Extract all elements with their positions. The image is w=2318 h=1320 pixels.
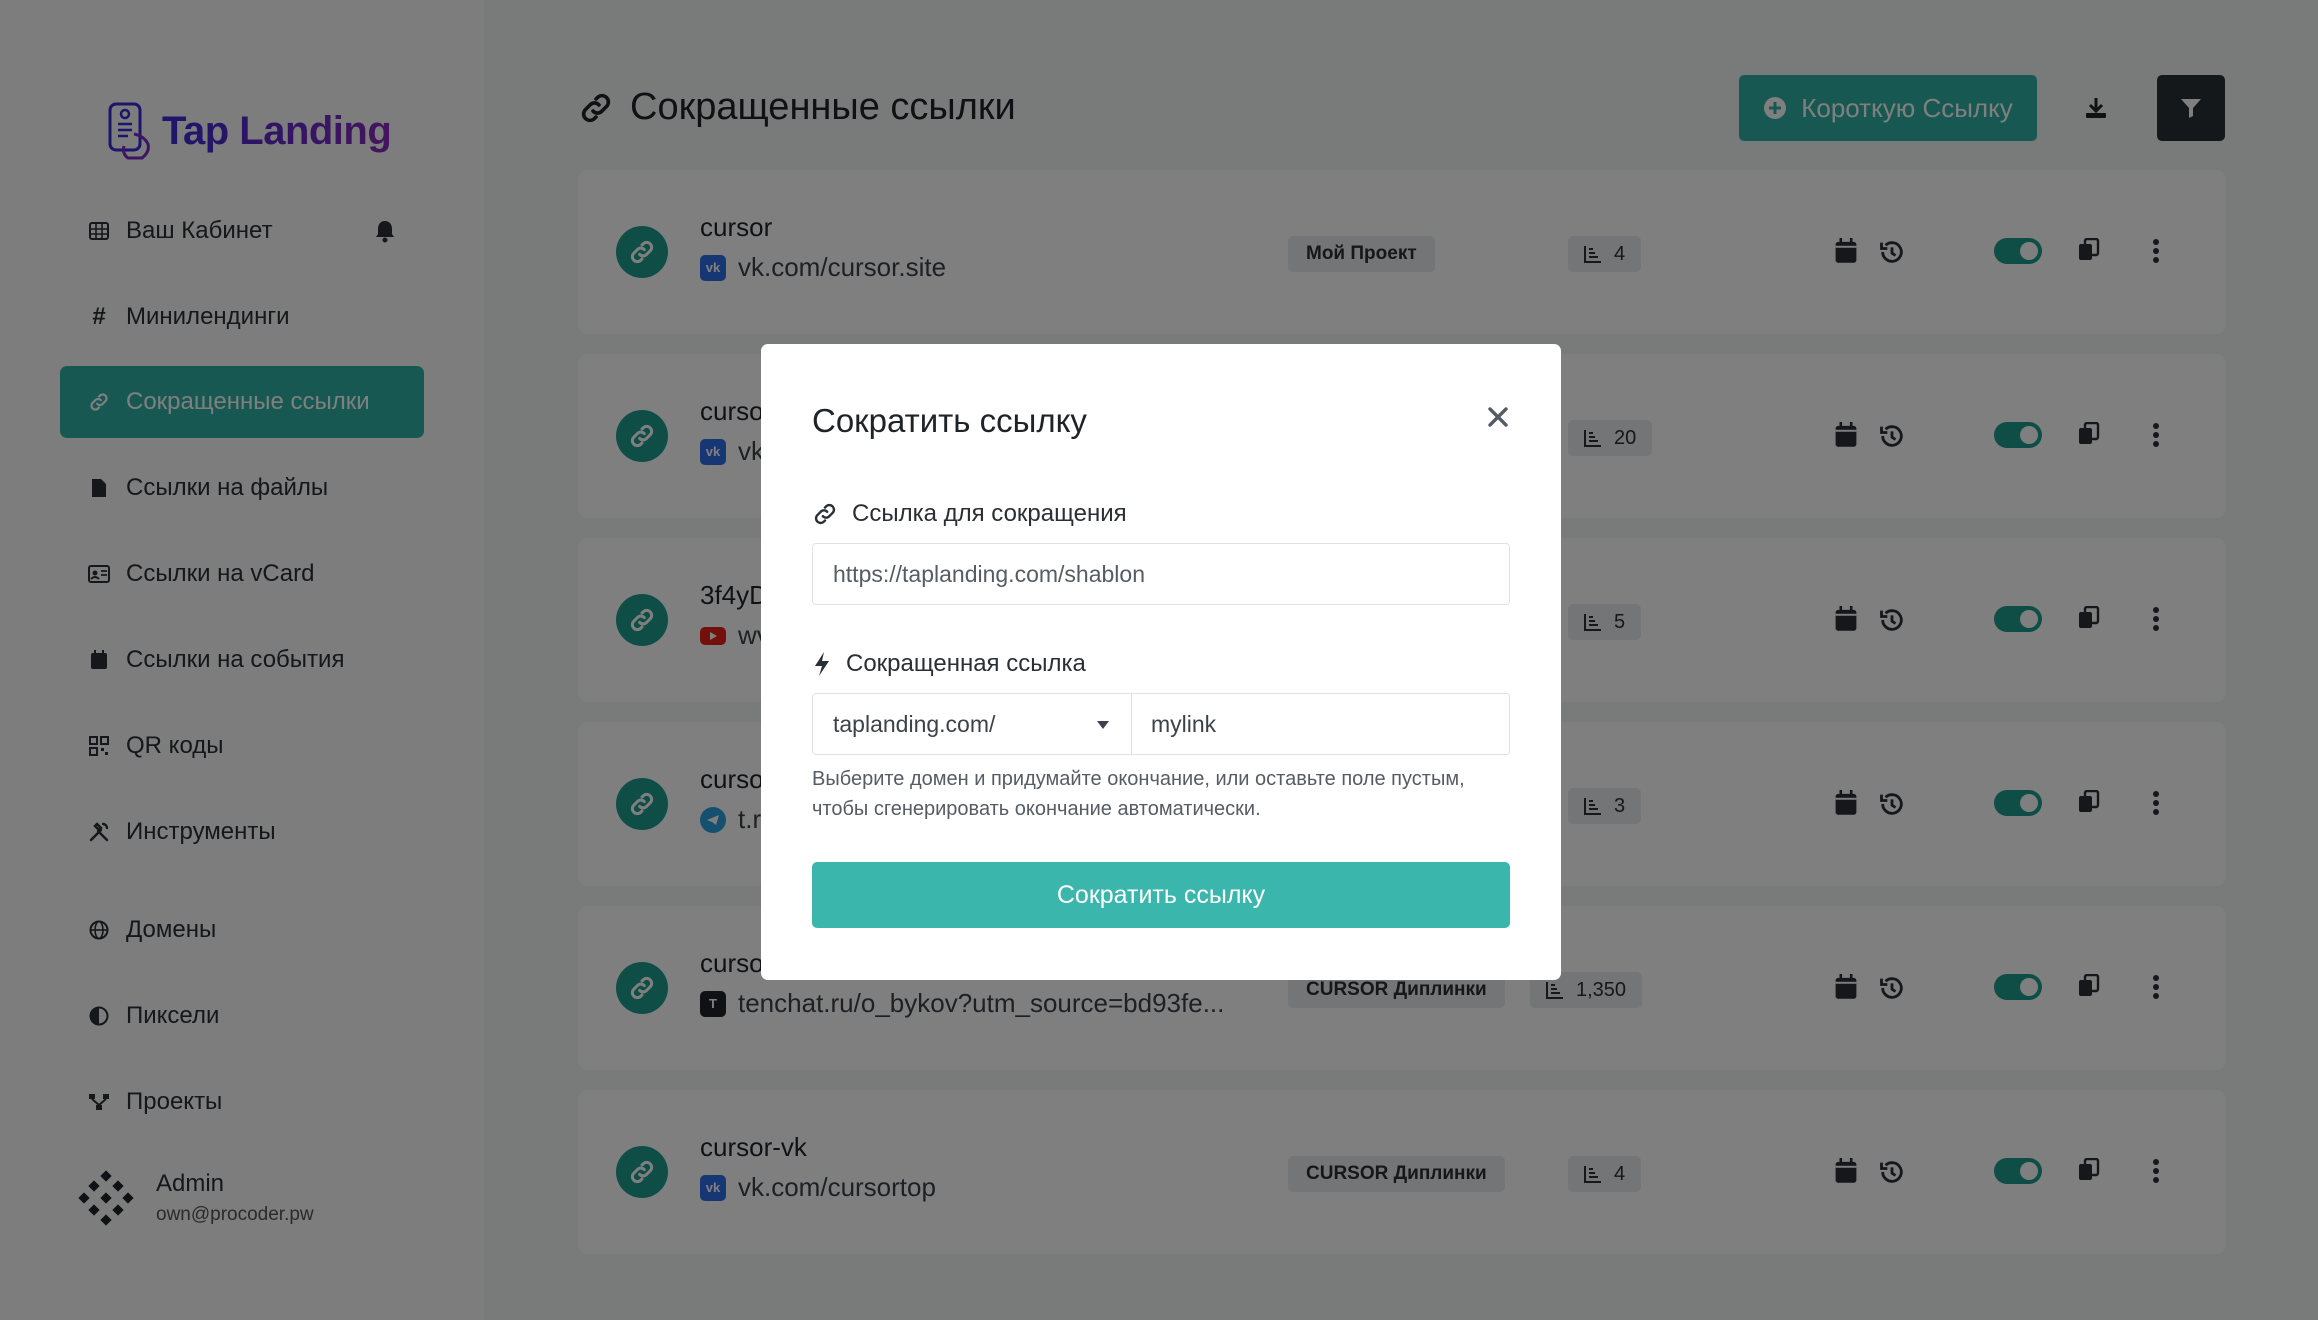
url-input[interactable]: https://taplanding.com/shablon [812,543,1510,605]
close-icon[interactable] [1483,402,1513,432]
help-text: Выберите домен и придумайте окончание, и… [812,768,1465,820]
short-link-label: Сокращенная ссылка [812,650,1086,678]
domain-select-value: taplanding.com/ [833,710,996,737]
url-field-label: Ссылка для сокращения [812,500,1127,528]
domain-select[interactable]: taplanding.com/ [812,693,1132,755]
alias-input[interactable]: mylink [1131,693,1510,755]
shorten-submit-button[interactable]: Сократить ссылку [812,862,1510,928]
short-link-label-text: Сокращенная ссылка [846,650,1086,677]
url-field-label-text: Ссылка для сокращения [852,500,1127,527]
chevron-down-icon [1097,721,1109,729]
modal-title: Сократить ссылку [812,402,1087,439]
link-icon [812,501,838,527]
bolt-icon [812,651,832,677]
shorten-link-modal: Сократить ссылку Ссылка для сокращения h… [761,344,1561,980]
